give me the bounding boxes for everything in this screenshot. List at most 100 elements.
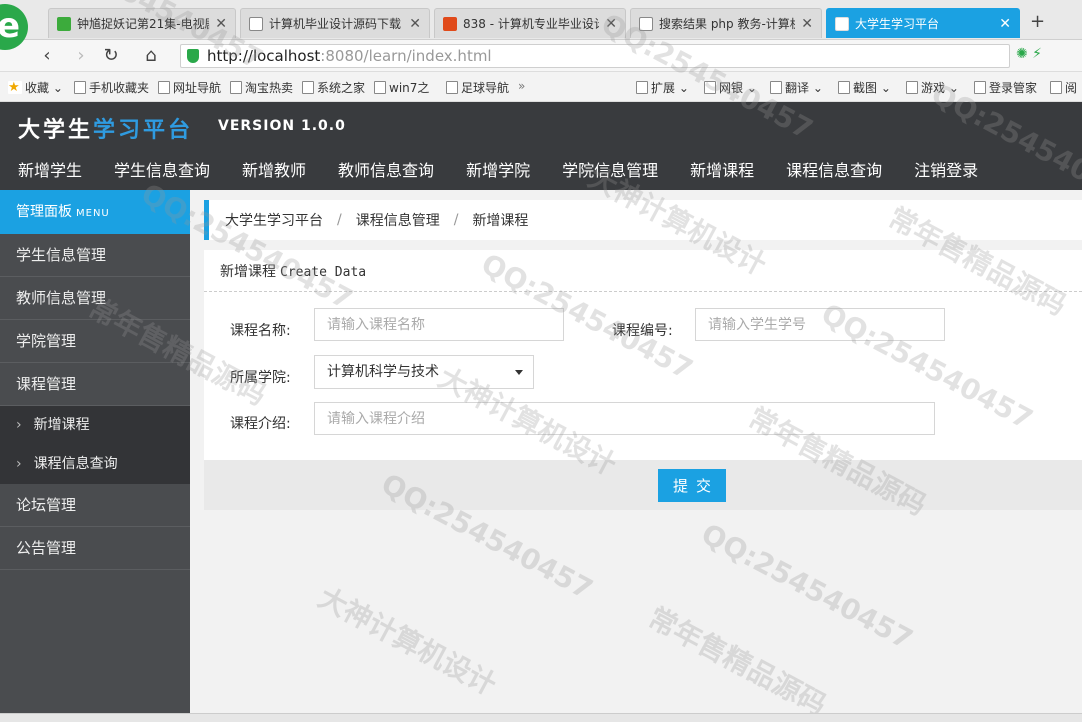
new-tab-plus-icon[interactable]: + [1030,11,1045,32]
course-intro-input[interactable] [314,402,935,435]
bookmark-nav[interactable]: 网址导航 [158,79,221,96]
bookmark-mobile[interactable]: 手机收藏夹 [74,79,149,96]
college-select[interactable]: 计算机科学与技术 [314,355,534,389]
browser-tab-1[interactable]: 钟馗捉妖记第21集-电视剧 ✕ [48,8,236,38]
close-icon[interactable]: ✕ [999,16,1011,32]
bookmark-win7[interactable]: win7之 [374,79,429,96]
form-panel: 新增课程Create Data 课程名称: 课程编号: 所属学院: 计算机科学与… [204,250,1082,460]
app-logo: 大学生学习平台 [18,118,194,143]
scissors-icon [838,81,850,94]
breadcrumb: 大学生学习平台 / 课程信息管理 / 新增课程 [204,200,1082,240]
site-favicon-icon [443,16,457,31]
close-icon[interactable]: ✕ [215,16,227,32]
toolbar-translate[interactable]: 翻译 ⌄ [770,79,823,96]
sidebar-item-forum[interactable]: 论坛管理 [0,484,190,527]
translate-icon [770,81,782,94]
nav-logout[interactable]: 注销登录 [898,158,994,190]
phone-icon [74,81,86,94]
page-icon [446,81,458,94]
browser-tab-2[interactable]: 计算机毕业设计源码下载 ✕ [240,8,430,38]
address-bar: ‹ › ↻ ⌂ http://localhost:8080/learn/inde… [0,40,1082,72]
version-label: VERSION 1.0.0 [218,118,346,134]
breadcrumb-separator: / [453,212,459,228]
bookmark-football[interactable]: 足球导航 [446,79,509,96]
page-icon [302,81,314,94]
bookmark-more[interactable]: » [518,79,525,93]
top-nav: 新增学生 学生信息查询 新增教师 教师信息查询 新增学院 学院信息管理 新增课程… [0,158,994,190]
browser-tab-3[interactable]: 838 - 计算机专业毕业设计 ✕ [434,8,626,38]
bookmarks-bar: ★ 收藏 ⌄ 手机收藏夹 网址导航 淘宝热卖 系统之家 win7之 足球导航 » … [0,72,1082,102]
sidebar-sub-course-query[interactable]: › 课程信息查询 [0,445,190,484]
bookmark-favorites[interactable]: ★ 收藏 ⌄ [8,79,63,96]
browser-tab-active[interactable]: 大学生学习平台 ✕ [826,8,1020,38]
tv-favicon-icon [57,16,71,31]
page-favicon-icon [639,16,653,31]
chevron-right-icon: › [16,456,22,472]
nav-college-manage[interactable]: 学院信息管理 [546,158,674,190]
nav-course-query[interactable]: 课程信息查询 [770,158,898,190]
course-code-input[interactable] [695,308,945,341]
nav-add-course[interactable]: 新增课程 [674,158,770,190]
book-icon [1050,81,1062,94]
sidebar-item-student[interactable]: 学生信息管理 [0,234,190,277]
submit-button[interactable]: 提交 [658,469,726,502]
main-content: 大学生学习平台 / 课程信息管理 / 新增课程 新增课程 Create Data … [190,190,1082,722]
nav-student-query[interactable]: 学生信息查询 [98,158,226,190]
close-icon[interactable]: ✕ [801,16,813,32]
status-bar [0,713,1082,722]
sidebar-item-teacher[interactable]: 教师信息管理 [0,277,190,320]
nav-add-student[interactable]: 新增学生 [0,158,98,190]
breadcrumb-current: 新增课程 [472,213,529,229]
toolbar-login-manager[interactable]: 登录管家 [974,79,1037,96]
bookmark-taobao[interactable]: 淘宝热卖 [230,79,293,96]
nav-teacher-query[interactable]: 教师信息查询 [322,158,450,190]
page-icon [230,81,242,94]
page-favicon-icon [249,16,263,31]
panel-title: 新增课程 Create Data [204,250,1082,292]
toolbar-bank[interactable]: 网银 ⌄ [704,79,757,96]
course-code-label: 课程编号: [612,323,673,339]
browser-tabstrip: e 钟馗捉妖记第21集-电视剧 ✕ 计算机毕业设计源码下载 ✕ 838 - 计算… [0,0,1082,50]
gamepad-icon [906,81,918,94]
toolbar-screenshot[interactable]: 截图 ⌄ [838,79,891,96]
key-icon [974,81,986,94]
close-icon[interactable]: ✕ [605,16,617,32]
sidebar-item-course[interactable]: 课程管理 [0,363,190,406]
intro-label: 课程介绍: [230,416,291,432]
bank-icon [704,81,716,94]
bookmark-xitong[interactable]: 系统之家 [302,79,365,96]
page-icon [158,81,170,94]
sidebar-item-college[interactable]: 学院管理 [0,320,190,363]
browser-tab-4[interactable]: 搜索结果 php 教务-计算机 ✕ [630,8,822,38]
url-input[interactable]: http://localhost:8080/learn/index.html [180,44,1010,68]
image-favicon-icon [835,16,849,31]
course-name-input[interactable] [314,308,564,341]
grid-icon [636,81,648,94]
page-icon [374,81,386,94]
sidebar: 管理面板 MENU 学生信息管理 教师信息管理 学院管理 课程管理 › 新增课程 ›… [0,190,190,722]
breadcrumb-home[interactable]: 大学生学习平台 [225,210,323,230]
toolbar-games[interactable]: 游戏 ⌄ [906,79,959,96]
college-label: 所属学院: [230,370,291,386]
course-name-label: 课程名称: [230,323,291,339]
reload-icon[interactable]: ↻ [100,45,122,67]
nav-add-teacher[interactable]: 新增教师 [226,158,322,190]
toolbar-read[interactable]: 阅 [1050,79,1077,96]
back-arrow-icon[interactable]: ‹ [36,45,58,67]
app-header: 大学生学习平台 VERSION 1.0.0 新增学生 学生信息查询 新增教师 教… [0,102,1082,190]
lightning-icon[interactable]: ✺ ⚡ [1016,46,1042,62]
nav-add-college[interactable]: 新增学院 [450,158,546,190]
chevron-right-icon: › [16,417,22,433]
caret-down-icon [515,370,523,375]
toolbar-extensions[interactable]: 扩展 ⌄ [636,79,689,96]
shield-icon [187,49,199,63]
breadcrumb-separator: / [337,212,342,228]
sidebar-sub-add-course[interactable]: › 新增课程 [0,406,190,445]
forward-arrow-icon[interactable]: › [70,45,92,67]
close-icon[interactable]: ✕ [409,16,421,32]
star-icon: ★ [8,81,22,94]
breadcrumb-course-manage[interactable]: 课程信息管理 [356,210,440,230]
sidebar-header: 管理面板 MENU [0,190,190,234]
sidebar-item-notice[interactable]: 公告管理 [0,527,190,570]
home-icon[interactable]: ⌂ [140,45,162,67]
